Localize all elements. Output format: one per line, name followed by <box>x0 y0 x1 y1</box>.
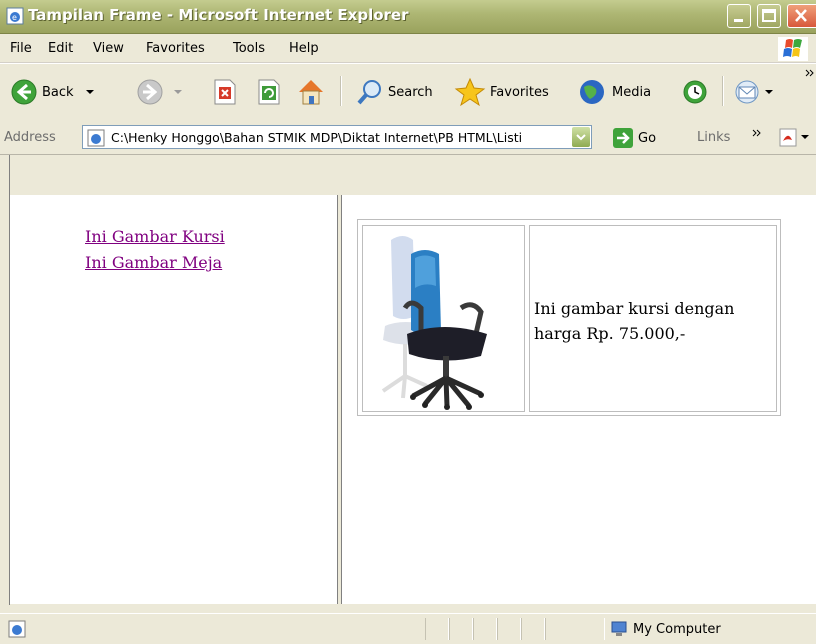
menu-help[interactable]: Help <box>289 41 319 56</box>
svg-text:e: e <box>12 13 17 22</box>
maximize-icon <box>762 9 776 22</box>
pdf-icon <box>779 128 797 147</box>
favorites-button[interactable]: Favorites <box>454 77 549 107</box>
menu-view[interactable]: View <box>93 41 124 56</box>
chevron-down-icon <box>174 90 182 94</box>
title-bar: e Tampilan Frame - Microsoft Internet Ex… <box>0 0 816 34</box>
toolbar-separator <box>722 76 724 106</box>
office-chair-image <box>381 236 487 410</box>
link-gambar-meja[interactable]: Ini Gambar Meja <box>85 253 222 272</box>
status-segment <box>449 618 473 640</box>
star-icon <box>454 77 486 107</box>
menu-bar: File Edit View Favorites Tools Help <box>0 34 816 63</box>
chevron-down-icon <box>85 90 94 94</box>
media-globe-icon <box>580 80 604 104</box>
status-segment <box>473 618 497 640</box>
address-value: C:\Henky Honggo\Bahan STMIK MDP\Diktat I… <box>111 130 523 145</box>
back-button[interactable]: Back <box>10 78 96 106</box>
go-arrow-icon <box>613 128 633 148</box>
refresh-button[interactable] <box>256 78 282 106</box>
status-segment <box>425 618 449 640</box>
chevron-down-icon <box>765 90 773 94</box>
history-button[interactable] <box>680 78 710 106</box>
links-overflow-icon[interactable] <box>752 128 762 140</box>
toolbar-overflow-icon[interactable] <box>805 68 815 80</box>
forward-arrow-icon <box>137 79 163 105</box>
mail-button[interactable] <box>734 78 774 106</box>
stop-icon <box>214 79 236 105</box>
toolbar-separator <box>340 76 342 106</box>
chevron-down-icon <box>801 135 809 139</box>
address-dropdown-button[interactable] <box>572 127 590 147</box>
status-bar: My Computer <box>0 613 816 644</box>
media-button[interactable]: Media <box>576 77 651 107</box>
status-segment <box>497 618 521 640</box>
window-title: Tampilan Frame - Microsoft Internet Expl… <box>28 6 409 24</box>
back-arrow-icon <box>11 79 37 105</box>
menu-tools[interactable]: Tools <box>233 41 265 56</box>
refresh-icon <box>258 79 280 105</box>
menu-favorites[interactable]: Favorites <box>146 41 205 56</box>
mail-icon <box>735 80 759 104</box>
maximize-button[interactable] <box>757 4 781 28</box>
minimize-button[interactable] <box>727 4 751 28</box>
window-left-border <box>0 155 10 605</box>
history-icon <box>683 80 707 104</box>
close-icon <box>795 9 807 22</box>
zone-label: My Computer <box>633 621 721 637</box>
address-input[interactable]: C:\Henky Honggo\Bahan STMIK MDP\Diktat I… <box>82 125 592 149</box>
security-zone: My Computer <box>610 620 721 638</box>
pdf-toolbar-button[interactable] <box>778 126 810 148</box>
search-button[interactable]: Search <box>356 78 433 106</box>
ie-page-icon <box>87 129 105 147</box>
link-gambar-kursi[interactable]: Ini Gambar Kursi <box>85 227 225 246</box>
standard-toolbar: Back Search Favorites Media <box>0 63 816 122</box>
close-button[interactable] <box>787 4 816 28</box>
menu-edit[interactable]: Edit <box>48 41 73 56</box>
address-bar: Address C:\Henky Honggo\Bahan STMIK MDP\… <box>0 121 816 155</box>
stop-button[interactable] <box>212 78 238 106</box>
go-button[interactable]: Go <box>612 127 656 149</box>
windows-logo-icon <box>778 37 808 61</box>
links-label[interactable]: Links <box>697 130 730 145</box>
my-computer-icon <box>611 621 627 636</box>
status-segment <box>545 618 605 640</box>
product-image-cell <box>362 225 525 412</box>
menu-file[interactable]: File <box>10 41 32 56</box>
forward-button[interactable] <box>136 78 184 106</box>
ie-page-icon <box>8 620 26 638</box>
home-icon <box>299 80 323 105</box>
product-description: Ini gambar kursi dengan harga Rp. 75.000… <box>534 299 735 343</box>
product-table: Ini gambar kursi dengan harga Rp. 75.000… <box>357 219 781 416</box>
product-description-cell: Ini gambar kursi dengan harga Rp. 75.000… <box>529 225 777 412</box>
ie-page-icon: e <box>6 7 24 25</box>
status-segment <box>521 618 545 640</box>
minimize-icon <box>734 19 743 22</box>
address-label: Address <box>4 130 56 145</box>
home-button[interactable] <box>296 77 326 107</box>
chevron-down-icon <box>576 134 586 141</box>
search-icon <box>357 80 381 105</box>
